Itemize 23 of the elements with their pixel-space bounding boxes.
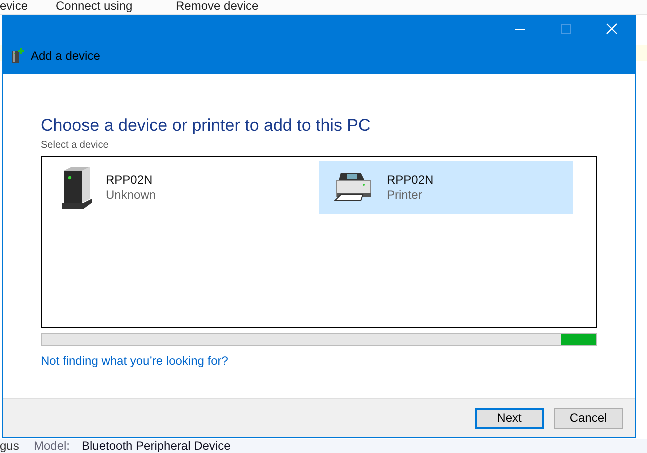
device-item[interactable]: RPP02N Printer: [319, 161, 573, 214]
device-name: RPP02N: [387, 173, 434, 187]
detail-value: Bluetooth Peripheral Device: [82, 439, 231, 453]
instruction-text: Select a device: [41, 140, 110, 152]
cancel-button[interactable]: Cancel: [554, 408, 623, 428]
window-title: Add a device: [31, 49, 100, 63]
heading: Choose a device or printer to add to this PC: [41, 116, 372, 136]
toolbar-item[interactable]: Connect using: [56, 0, 176, 14]
add-device-icon: [12, 48, 25, 64]
device-type: Printer: [387, 188, 424, 202]
detail-label: Model:: [34, 439, 72, 453]
computer-tower-icon: [60, 166, 92, 208]
help-link[interactable]: Not finding what you’re looking for?: [41, 354, 228, 368]
device-type: Unknown: [106, 188, 156, 202]
printer-icon: [333, 170, 373, 204]
toolbar-item[interactable]: Remove device: [176, 0, 259, 14]
device-item[interactable]: RPP02N Unknown: [46, 161, 300, 214]
maximize-icon: [560, 23, 572, 35]
device-name: RPP02N: [106, 173, 154, 187]
next-button[interactable]: Next: [475, 408, 544, 428]
close-icon[interactable]: [606, 23, 618, 35]
toolbar-item[interactable]: evice: [0, 0, 56, 14]
detail-label: gus: [0, 439, 20, 453]
